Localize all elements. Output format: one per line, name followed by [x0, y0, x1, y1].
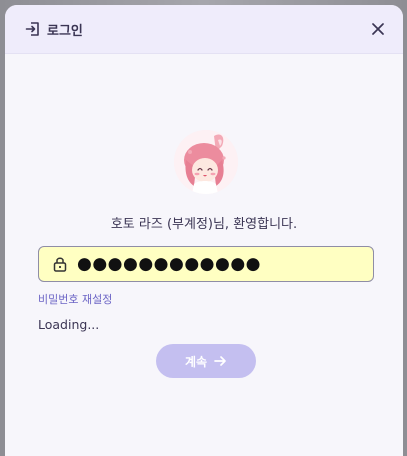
login-dialog: 로그인 호토 라즈 (부계정)님, 환영합니다. ●●●●●●●●●●●● 비밀…	[5, 5, 403, 456]
close-button[interactable]	[367, 18, 389, 40]
password-value: ●●●●●●●●●●●●	[77, 254, 262, 274]
dialog-header: 로그인	[5, 5, 403, 54]
status-text: Loading...	[38, 317, 100, 332]
dialog-body: 호토 라즈 (부계정)님, 환영합니다. ●●●●●●●●●●●● 비밀번호 재…	[5, 54, 403, 456]
dialog-title: 로그인	[47, 23, 83, 39]
welcome-message: 호토 라즈 (부계정)님, 환영합니다.	[110, 217, 298, 232]
avatar	[174, 130, 238, 194]
reset-password-link[interactable]: 비밀번호 재설정	[38, 291, 112, 307]
close-icon	[371, 22, 385, 36]
dialog-title-wrap: 로그인	[25, 20, 83, 39]
arrow-right-icon	[213, 354, 227, 368]
continue-button[interactable]: 계속	[156, 344, 256, 378]
lock-icon	[53, 256, 67, 272]
password-field[interactable]: ●●●●●●●●●●●●	[38, 246, 374, 282]
continue-label: 계속	[184, 354, 208, 369]
login-icon	[25, 21, 41, 37]
